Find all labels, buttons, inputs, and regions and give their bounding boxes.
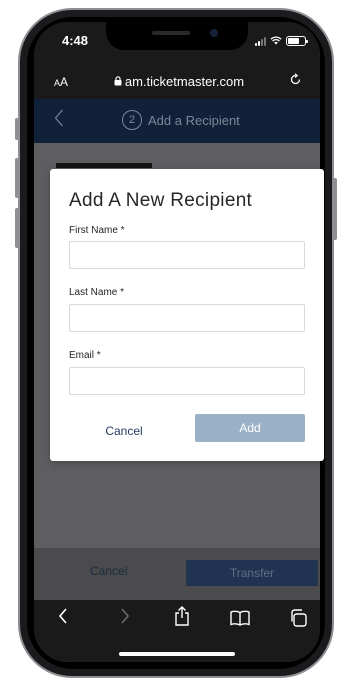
status-icons [255, 35, 308, 47]
page-footer: Cancel Transfer [34, 548, 320, 600]
email-label: Email * [69, 350, 101, 361]
page-header: 2 Add a Recipient [34, 99, 320, 143]
modal-title: Add A New Recipient [69, 190, 253, 211]
last-name-input[interactable] [69, 304, 305, 332]
first-name-label: First Name * [69, 225, 125, 236]
first-name-input[interactable] [69, 241, 305, 269]
notch [106, 22, 248, 50]
step-number: 2 [122, 110, 142, 130]
tab-underline [56, 163, 152, 168]
footer-cancel-button[interactable]: Cancel [90, 564, 127, 578]
status-bar: 4:48 [34, 22, 320, 66]
bookmarks-icon[interactable] [230, 610, 250, 631]
url-text: am.ticketmaster.com [124, 74, 245, 89]
add-recipient-modal: Add A New Recipient First Name * Last Na… [50, 169, 324, 461]
front-camera [210, 29, 218, 37]
step-indicator: 2 Add a Recipient [122, 110, 240, 130]
last-name-label: Last Name * [69, 287, 125, 298]
home-indicator[interactable] [119, 652, 235, 656]
reload-icon[interactable] [289, 73, 302, 89]
url-field[interactable]: am.ticketmaster.com [90, 74, 268, 89]
browser-toolbar [34, 600, 320, 662]
modal-cancel-button[interactable]: Cancel [69, 417, 179, 445]
speaker [152, 31, 190, 35]
reader-aa-button[interactable]: AA [54, 75, 68, 89]
url-bar[interactable]: AA am.ticketmaster.com [34, 66, 320, 99]
email-input[interactable] [69, 367, 305, 395]
battery-icon [286, 36, 308, 46]
signal-icon [255, 36, 266, 46]
forward-icon[interactable] [120, 608, 130, 629]
back-chevron-icon[interactable] [54, 109, 64, 133]
lock-icon [114, 76, 122, 89]
back-icon[interactable] [58, 608, 68, 629]
tabs-icon[interactable] [289, 609, 307, 632]
status-time: 4:48 [62, 33, 89, 48]
wifi-icon [270, 35, 282, 47]
transfer-button[interactable]: Transfer [186, 560, 318, 586]
step-title: Add a Recipient [148, 112, 240, 128]
add-button[interactable]: Add [195, 414, 305, 442]
share-icon[interactable] [174, 606, 190, 631]
